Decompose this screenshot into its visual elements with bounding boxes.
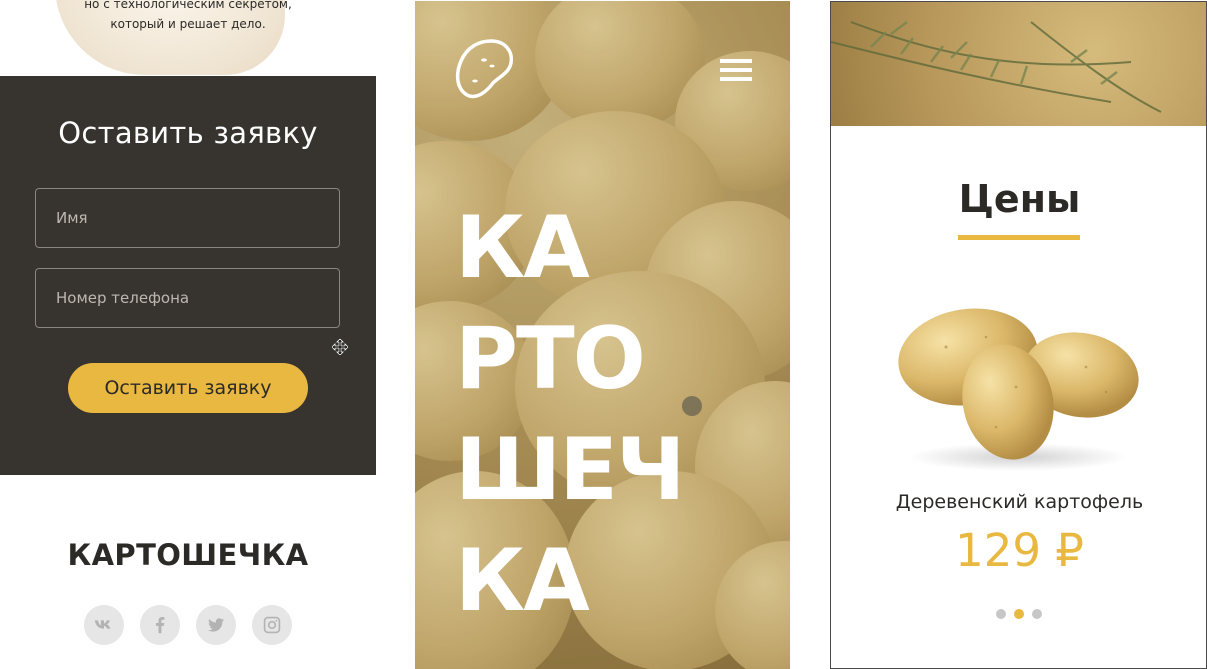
- instagram-icon: [263, 616, 281, 634]
- name-field[interactable]: [35, 188, 340, 248]
- carousel-dots: [996, 609, 1042, 619]
- hero-title: КА РТО ШЕЧ КА: [455, 193, 755, 637]
- footer-brand: КАРТОШЕЧКА: [67, 538, 309, 572]
- left-screen: но с технологическим секретом, который и…: [0, 0, 376, 669]
- social-links: [84, 605, 292, 645]
- prices-header-photo: [831, 2, 1206, 126]
- move-cursor-icon: [332, 339, 348, 355]
- twitter-icon: [207, 618, 225, 632]
- carousel-dot-1[interactable]: [996, 609, 1006, 619]
- intro-line-1: но с технологическим секретом,: [84, 0, 292, 11]
- facebook-icon: [155, 617, 165, 634]
- facebook-link[interactable]: [140, 605, 180, 645]
- form-title: Оставить заявку: [58, 116, 318, 150]
- vk-icon: [94, 620, 111, 629]
- carousel-dot-3[interactable]: [1032, 609, 1042, 619]
- rosemary-decoration: [831, 21, 1162, 113]
- hero-title-line-4: КА: [455, 531, 590, 631]
- prices-title-underline: [958, 235, 1080, 240]
- twitter-link[interactable]: [196, 605, 236, 645]
- intro-section: но с технологическим секретом, который и…: [0, 0, 376, 76]
- intro-line-2: который и решает дело.: [110, 17, 266, 31]
- request-form: Оставить заявку Оставить заявку: [0, 76, 376, 475]
- hero-title-line-2: РТО: [455, 309, 646, 409]
- vk-link[interactable]: [84, 605, 124, 645]
- product-price: 129 ₽: [955, 524, 1084, 577]
- potato-logo-icon[interactable]: [453, 37, 515, 103]
- hero-title-line-3: ШЕЧ: [455, 420, 685, 520]
- submit-request-button[interactable]: Оставить заявку: [68, 363, 308, 413]
- prices-title: Цены: [958, 177, 1081, 221]
- intro-text: но с технологическим секретом, который и…: [0, 0, 376, 34]
- phone-field[interactable]: [35, 268, 340, 328]
- hero-title-line-1: КА: [455, 198, 590, 298]
- instagram-link[interactable]: [252, 605, 292, 645]
- prices-screen: Цены Деревенский картофель 129 ₽: [830, 1, 1207, 669]
- potato-product-image: [898, 308, 1139, 471]
- hero-screen: КА РТО ШЕЧ КА: [415, 1, 790, 669]
- hero-marker-dot: [682, 396, 702, 416]
- hamburger-menu-icon[interactable]: [720, 59, 752, 85]
- carousel-dot-2[interactable]: [1014, 609, 1024, 619]
- product-name: Деревенский картофель: [895, 491, 1144, 513]
